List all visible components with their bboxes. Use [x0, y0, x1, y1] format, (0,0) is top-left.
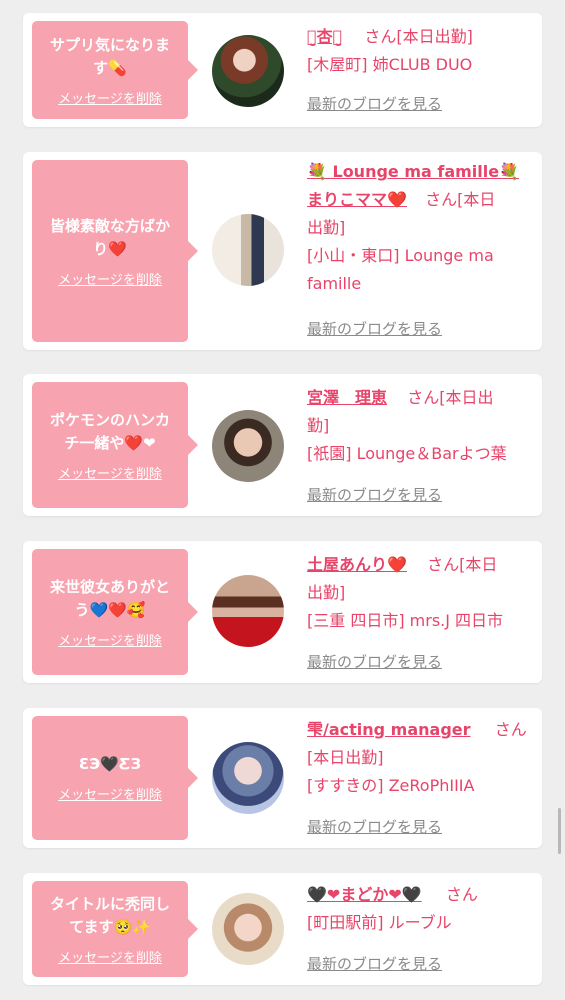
honorific: さん[本日出 [407, 388, 494, 407]
shop-name: [祇園] Lounge＆Barよつ葉 [307, 444, 507, 463]
cast-info: 🖤❤まどか❤🖤 さん [町田駅前] ルーブル [307, 881, 533, 937]
message-line: ƐЭ🖤ƸЗ [78, 755, 142, 773]
message-text: 来世彼女ありがと う💙❤️🥰 [50, 576, 170, 622]
message-card: ポケモンのハンカ チ一緒や❤️❤ メッセージを削除 宮澤 理恵 さん[本日出 勤… [23, 374, 542, 516]
latest-blog-link[interactable]: 最新のブログを見る [307, 953, 442, 974]
message-text: タイトルに秃同し てます🥺✨ [50, 893, 170, 939]
cast-name-link[interactable]: 🖤❤まどか❤🖤 [307, 885, 422, 904]
work-status: [本日出勤] [396, 27, 473, 46]
avatar[interactable] [212, 575, 284, 647]
delete-message-link[interactable]: メッセージを削除 [58, 269, 162, 288]
message-card: 来世彼女ありがと う💙❤️🥰 メッセージを削除 土屋あんり❤️ さん[本日 出勤… [23, 541, 542, 683]
message-text: ポケモンのハンカ チ一緒や❤️❤ [50, 409, 170, 455]
delete-message-link[interactable]: メッセージを削除 [58, 784, 162, 803]
cast-name-link[interactable]: ꪔ̤̮杏ꪔ̤̮ [307, 27, 342, 46]
shop-title-link[interactable]: 💐 Lounge ma famille💐 [307, 162, 519, 181]
latest-blog-link[interactable]: 最新のブログを見る [307, 484, 442, 505]
message-bubble: ポケモンのハンカ チ一緒や❤️❤ メッセージを削除 [32, 382, 198, 508]
message-line: す💊 [93, 58, 127, 77]
scrollbar[interactable] [558, 808, 561, 854]
cast-info: 土屋あんり❤️ さん[本日 出勤] [三重 四日市] mrs.J 四日市 [307, 551, 533, 635]
message-text: サプリ気になりま す💊 [50, 34, 170, 80]
delete-message-link[interactable]: メッセージを削除 [58, 630, 162, 649]
honorific: さん[本日 [425, 190, 496, 209]
cast-info: 雫/acting manager さん [本日出勤] [すすきの] ZeRoPh… [307, 716, 533, 800]
cast-name-link[interactable]: 土屋あんり❤️ [307, 555, 407, 574]
delete-message-link[interactable]: メッセージを削除 [58, 463, 162, 482]
message-text: ƐЭ🖤ƸЗ [79, 753, 141, 776]
shop-name: [小山・東口] Lounge ma famille [307, 246, 494, 293]
message-line: う💙❤️🥰 [74, 600, 146, 619]
shop-name: [三重 四日市] mrs.J 四日市 [307, 611, 504, 630]
latest-blog-link[interactable]: 最新のブログを見る [307, 93, 442, 114]
message-line: チ一緒や❤️❤ [64, 433, 156, 452]
cast-info: ꪔ̤̮杏ꪔ̤̮ さん[本日出勤] [木屋町] 姉CLUB DUO [307, 23, 533, 79]
message-bubble: サプリ気になりま す💊 メッセージを削除 [32, 21, 198, 119]
message-line: サプリ気になりま [49, 35, 170, 54]
cast-info: 宮澤 理恵 さん[本日出 勤] [祇園] Lounge＆Barよつ葉 [307, 384, 533, 468]
message-bubble: ƐЭ🖤ƸЗ メッセージを削除 [32, 716, 198, 840]
message-bubble: 来世彼女ありがと う💙❤️🥰 メッセージを削除 [32, 549, 198, 675]
message-card: 皆様素敵な方ばか り❤️ メッセージを削除 💐 Lounge ma famill… [23, 152, 542, 350]
message-card: ƐЭ🖤ƸЗ メッセージを削除 雫/acting manager さん [本日出勤… [23, 708, 542, 848]
avatar[interactable] [212, 214, 284, 286]
message-line: 来世彼女ありがと [49, 577, 170, 596]
delete-message-link[interactable]: メッセージを削除 [58, 947, 162, 966]
avatar[interactable] [212, 893, 284, 965]
message-card: タイトルに秃同し てます🥺✨ メッセージを削除 🖤❤まどか❤🖤 さん [町田駅前… [23, 873, 542, 985]
message-line: 皆様素敵な方ばか [49, 216, 171, 235]
work-status: [本日出勤] [307, 748, 384, 767]
message-line: てます🥺✨ [69, 917, 151, 936]
message-line: タイトルに秃同し [49, 894, 170, 913]
shop-name: [町田駅前] ルーブル [307, 913, 452, 932]
work-status: 勤] [307, 416, 330, 435]
message-line: り❤️ [93, 239, 127, 258]
message-card: サプリ気になりま す💊 メッセージを削除 ꪔ̤̮杏ꪔ̤̮ さん[本日出勤] [木… [23, 13, 542, 127]
cast-info: 💐 Lounge ma famille💐 まりこママ❤️ さん[本日 出勤] [… [307, 158, 533, 298]
message-line: ポケモンのハンカ [49, 410, 170, 429]
delete-message-link[interactable]: メッセージを削除 [58, 88, 162, 107]
cast-name-link[interactable]: 雫/acting manager [307, 720, 471, 739]
shop-name: [木屋町] 姉CLUB DUO [307, 55, 473, 74]
avatar[interactable] [212, 410, 284, 482]
latest-blog-link[interactable]: 最新のブログを見る [307, 651, 442, 672]
latest-blog-link[interactable]: 最新のブログを見る [307, 318, 442, 339]
honorific: さん [364, 27, 397, 46]
avatar[interactable] [212, 742, 284, 814]
message-text: 皆様素敵な方ばか り❤️ [50, 215, 170, 261]
cast-name-link[interactable]: まりこママ❤️ [307, 190, 407, 209]
avatar[interactable] [212, 35, 284, 107]
honorific: さん [445, 885, 478, 904]
latest-blog-link[interactable]: 最新のブログを見る [307, 816, 442, 837]
message-bubble: タイトルに秃同し てます🥺✨ メッセージを削除 [32, 881, 198, 977]
honorific: さん[本日 [427, 555, 498, 574]
cast-name-link[interactable]: 宮澤 理恵 [307, 388, 387, 407]
work-status: 出勤] [307, 218, 346, 237]
shop-name: [すすきの] ZeRoPhIIIA [307, 776, 475, 795]
message-bubble: 皆様素敵な方ばか り❤️ メッセージを削除 [32, 160, 198, 342]
work-status: 出勤] [307, 583, 346, 602]
honorific: さん [494, 720, 527, 739]
